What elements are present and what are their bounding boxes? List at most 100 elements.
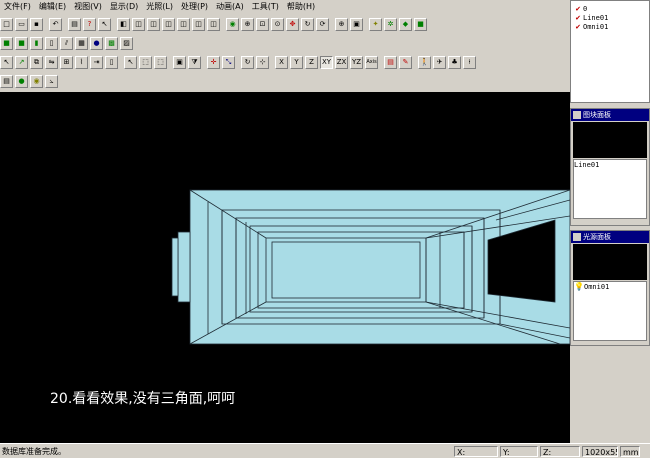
graphics-panel: 图块面板 Line01: [570, 108, 650, 226]
wall-icon[interactable]: ▮: [30, 36, 43, 50]
grid-icon[interactable]: ▦: [75, 36, 88, 50]
select-window-icon[interactable]: ⬚: [139, 55, 152, 69]
paint-icon[interactable]: ✎: [399, 55, 412, 69]
viewport-3d[interactable]: 20.看看效果,没有三角面,呵呵: [0, 92, 570, 443]
status-y: Y:: [500, 445, 538, 457]
array-icon[interactable]: ⊞: [60, 55, 73, 69]
trim-icon[interactable]: ⌇: [75, 55, 88, 69]
fly-icon[interactable]: ✈: [433, 55, 446, 69]
open-folder-icon[interactable]: ▭: [15, 17, 28, 31]
walk-icon[interactable]: 🚶: [418, 55, 431, 69]
view-front-icon[interactable]: ◫: [132, 17, 145, 31]
extend-icon[interactable]: ⇥: [90, 55, 103, 69]
menu-help[interactable]: 帮助(H): [283, 0, 319, 14]
view-left-icon[interactable]: ◫: [162, 17, 175, 31]
zoom-window-icon[interactable]: ⊡: [256, 17, 269, 31]
layer-item[interactable]: ✔ Line01: [573, 13, 647, 22]
layer-icon[interactable]: ▤: [0, 74, 13, 88]
graphics-item-label: Line01: [574, 160, 600, 169]
undo-icon[interactable]: ↶: [49, 17, 62, 31]
globe-icon[interactable]: ●: [15, 74, 28, 88]
axis-xy-button[interactable]: XY: [320, 55, 333, 69]
toolbar-extra: ▤ ● ◉ ⦣: [0, 72, 100, 90]
pin-icon[interactable]: [573, 233, 581, 241]
menu-display[interactable]: 显示(D): [106, 0, 142, 14]
axis-zx-button[interactable]: ZX: [335, 55, 348, 69]
pan-icon[interactable]: ✥: [286, 17, 299, 31]
select-view-icon[interactable]: ◧: [117, 17, 130, 31]
zoom-icon[interactable]: ⊕: [241, 17, 254, 31]
context-help-icon[interactable]: ↖: [98, 17, 111, 31]
snap-icon[interactable]: ⊹: [256, 55, 269, 69]
orbit-icon[interactable]: ⟳: [316, 17, 329, 31]
zoom-all-icon[interactable]: ⊙: [271, 17, 284, 31]
camera-icon[interactable]: ▣: [350, 17, 363, 31]
rotate-view-icon[interactable]: ↻: [301, 17, 314, 31]
page-icon[interactable]: ▯: [105, 55, 118, 69]
axis-free-button[interactable]: Axis: [365, 55, 378, 69]
pointer-icon[interactable]: ↖: [124, 55, 137, 69]
menu-tools[interactable]: 工具(T): [248, 0, 283, 14]
spotlight-icon[interactable]: ✲: [384, 17, 397, 31]
target-icon[interactable]: ⊕: [335, 17, 348, 31]
status-bar: 数据库准备完成。 X: Y: Z: 1020x558 mm: [0, 443, 650, 458]
menu-edit[interactable]: 编辑(E): [35, 0, 70, 14]
help-icon[interactable]: ?: [83, 17, 96, 31]
eye-icon[interactable]: ◉: [226, 17, 239, 31]
view-back-icon[interactable]: ◫: [147, 17, 160, 31]
pin-icon[interactable]: [573, 111, 581, 119]
menu-lighting[interactable]: 光照(L): [142, 0, 177, 14]
select-arrow-icon[interactable]: ↖: [0, 55, 13, 69]
light-icon[interactable]: ✦: [369, 17, 382, 31]
tree-icon[interactable]: ♣: [448, 55, 461, 69]
axis-z-button[interactable]: Z: [305, 55, 318, 69]
door-icon[interactable]: ▯: [45, 36, 58, 50]
view-bottom-icon[interactable]: ◫: [207, 17, 220, 31]
sphere-icon[interactable]: ●: [90, 36, 103, 50]
menu-bar: 文件(F) 编辑(E) 视图(V) 显示(D) 光照(L) 处理(P) 动画(A…: [0, 0, 570, 14]
menu-animation[interactable]: 动画(A): [212, 0, 248, 14]
measure-icon[interactable]: ⦣: [45, 74, 58, 88]
select-cross-icon[interactable]: ⬚: [154, 55, 167, 69]
image-icon[interactable]: ▨: [120, 36, 133, 50]
texture-icon[interactable]: ▩: [105, 36, 118, 50]
axis-yz-button[interactable]: YZ: [350, 55, 363, 69]
stairs-icon[interactable]: ⫽: [60, 36, 73, 50]
light-item[interactable]: 💡 Omni01: [574, 282, 646, 291]
room-back-wall: [265, 237, 427, 303]
cube-icon[interactable]: ■: [0, 36, 13, 50]
view-right-icon[interactable]: ◫: [177, 17, 190, 31]
new-file-icon[interactable]: □: [0, 17, 13, 31]
group-icon[interactable]: ▣: [173, 55, 186, 69]
print-icon[interactable]: ▤: [68, 17, 81, 31]
save-icon[interactable]: ▪: [30, 17, 43, 31]
pin-icon[interactable]: ⍿: [463, 55, 476, 69]
axis-x-button[interactable]: X: [275, 55, 288, 69]
layer-item[interactable]: ✔ Omni01: [573, 22, 647, 31]
menu-process[interactable]: 处理(P): [177, 0, 212, 14]
move-icon[interactable]: ✛: [207, 55, 220, 69]
menu-view[interactable]: 视图(V): [70, 0, 106, 14]
box-icon[interactable]: ■: [15, 36, 28, 50]
lights-panel-title-text: 光源面板: [583, 233, 611, 241]
view-top-icon[interactable]: ◫: [192, 17, 205, 31]
copy-icon[interactable]: ⧉: [30, 55, 43, 69]
select-multi-icon[interactable]: ↗: [15, 55, 28, 69]
scale-icon[interactable]: ⤡: [222, 55, 235, 69]
filter-icon[interactable]: ⧩: [188, 55, 201, 69]
tutorial-caption: 20.看看效果,没有三角面,呵呵: [50, 391, 236, 407]
mirror-icon[interactable]: ⇋: [45, 55, 58, 69]
axis-y-button[interactable]: Y: [290, 55, 303, 69]
menu-file[interactable]: 文件(F): [0, 0, 35, 14]
layer-label: 0: [583, 4, 588, 13]
graphics-panel-title: 图块面板: [571, 109, 649, 121]
rotate-icon[interactable]: ↻: [241, 55, 254, 69]
toolbar-objects: ■ ■ ▮ ▯ ⫽ ▦ ● ▩ ▨: [0, 34, 570, 52]
render-icon[interactable]: ◆: [399, 17, 412, 31]
layer-item[interactable]: ✔ 0: [573, 4, 647, 13]
record-icon[interactable]: ◉: [30, 74, 43, 88]
material-cube-icon[interactable]: ■: [414, 17, 427, 31]
graphics-item[interactable]: Line01: [574, 160, 646, 169]
properties-icon[interactable]: ▤: [384, 55, 397, 69]
toolbar-main: □ ▭ ▪ ↶ ▤ ? ↖ ◧ ◫ ◫ ◫ ◫ ◫ ◫ ◉ ⊕ ⊡ ⊙ ✥ ↻ …: [0, 15, 570, 33]
